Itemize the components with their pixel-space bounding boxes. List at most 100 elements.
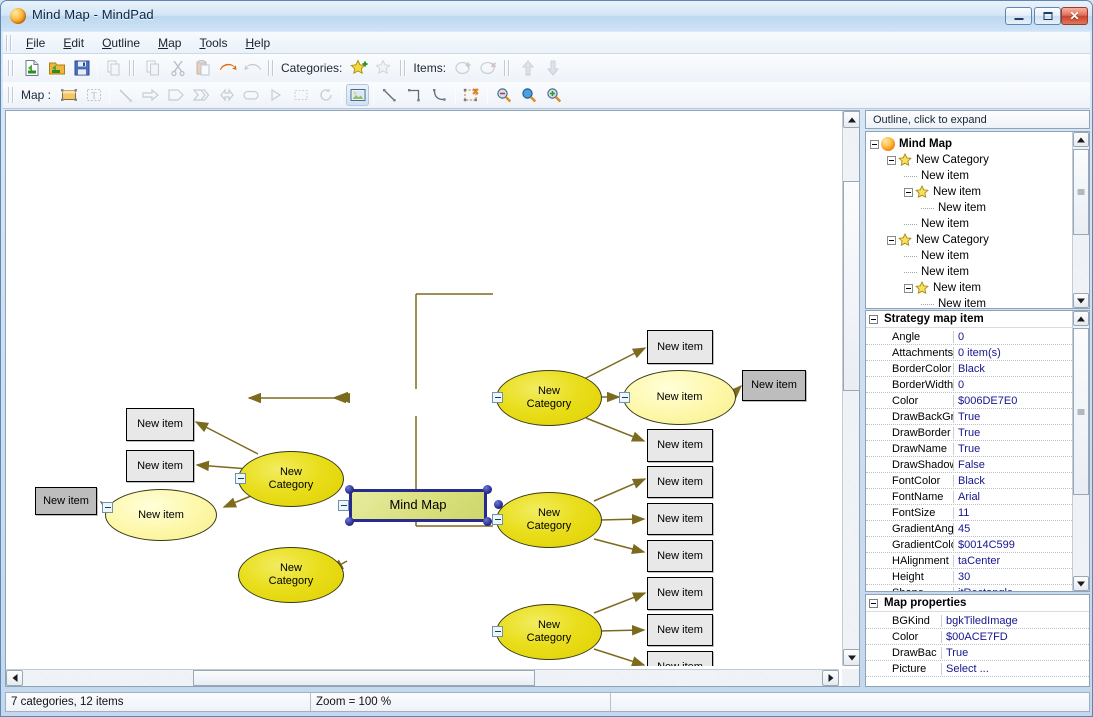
map-properties-grid[interactable]: BGKindbgkTiledImageColor$00ACE7FDDrawBac… bbox=[866, 613, 1089, 677]
property-value[interactable]: Black bbox=[954, 475, 1072, 487]
shape-pennant-icon[interactable] bbox=[164, 84, 187, 106]
property-value[interactable]: False bbox=[954, 459, 1072, 471]
tree-expander-icon[interactable] bbox=[904, 284, 913, 293]
outline-tree-node[interactable]: New item bbox=[870, 200, 1073, 216]
map-properties-header[interactable]: Map properties bbox=[866, 595, 1089, 612]
shape-triangle-icon[interactable] bbox=[264, 84, 287, 106]
properties-grid[interactable]: Angle0Attachments0 item(s)BorderColorBla… bbox=[866, 329, 1072, 592]
shape-rounded-rect-icon[interactable] bbox=[239, 84, 262, 106]
property-value[interactable]: True bbox=[942, 647, 1089, 659]
property-row[interactable]: Angle0 bbox=[866, 329, 1072, 345]
close-button[interactable]: ✕ bbox=[1061, 7, 1088, 25]
property-value[interactable]: True bbox=[954, 443, 1072, 455]
property-row[interactable]: FontSize11 bbox=[866, 505, 1072, 521]
property-row[interactable]: DrawShadowFalse bbox=[866, 457, 1072, 473]
property-row[interactable]: FontNameArial bbox=[866, 489, 1072, 505]
tree-expander-icon[interactable] bbox=[870, 140, 879, 149]
selection-handle[interactable] bbox=[483, 485, 492, 494]
delete-link-icon[interactable] bbox=[460, 84, 483, 106]
collapse-toggle[interactable] bbox=[492, 514, 503, 525]
property-row[interactable]: Color$00ACE7FD bbox=[866, 629, 1089, 645]
link-elbow-icon[interactable] bbox=[403, 84, 426, 106]
undo-icon[interactable] bbox=[216, 57, 239, 79]
toolbar-grip-4[interactable] bbox=[400, 60, 407, 76]
property-row[interactable]: ShapeitRectangle bbox=[866, 585, 1072, 592]
map-canvas-container[interactable]: New item New item New item New item NewC… bbox=[5, 110, 860, 687]
map-canvas[interactable]: New item New item New item New item NewC… bbox=[6, 111, 839, 666]
outline-scroll-thumb[interactable] bbox=[1073, 149, 1089, 235]
zoom-in-icon[interactable] bbox=[542, 84, 565, 106]
outline-scroll-down-button[interactable] bbox=[1073, 293, 1089, 308]
property-row[interactable]: Color$006DE7E0 bbox=[866, 393, 1072, 409]
outline-tree-node[interactable]: New item bbox=[870, 296, 1073, 309]
menu-help[interactable]: Help bbox=[236, 33, 279, 53]
shape-arrow-right-icon[interactable] bbox=[139, 84, 162, 106]
item-properties-panel[interactable]: Strategy map item Angle0Attachments0 ite… bbox=[865, 310, 1090, 592]
toolbar-grip-5[interactable] bbox=[504, 60, 511, 76]
collapse-toggle[interactable] bbox=[492, 626, 503, 637]
shape-dashed-rect-icon[interactable] bbox=[289, 84, 312, 106]
scroll-left-button[interactable] bbox=[6, 670, 23, 686]
outline-tree-node[interactable]: New Category bbox=[870, 232, 1073, 248]
property-row[interactable]: HAlignmenttaCenter bbox=[866, 553, 1072, 569]
properties-scroll-up-button[interactable] bbox=[1073, 311, 1089, 326]
selection-handle[interactable] bbox=[483, 517, 492, 526]
shape-diamond-arrow-icon[interactable] bbox=[189, 84, 212, 106]
collapse-toggle[interactable] bbox=[619, 392, 630, 403]
collapse-toggle[interactable] bbox=[235, 473, 246, 484]
shape-double-arrow-icon[interactable] bbox=[214, 84, 237, 106]
property-value[interactable]: 0 bbox=[954, 331, 1072, 343]
delete-category-icon[interactable] bbox=[373, 57, 396, 79]
paste-icon[interactable] bbox=[191, 57, 214, 79]
minimize-button[interactable] bbox=[1005, 7, 1032, 25]
toolbar-grip-2[interactable] bbox=[129, 60, 136, 76]
tree-expander-icon[interactable] bbox=[904, 188, 913, 197]
move-down-icon[interactable] bbox=[541, 57, 564, 79]
collapse-toggle[interactable] bbox=[492, 392, 503, 403]
property-value[interactable]: 11 bbox=[954, 507, 1072, 519]
canvas-vertical-scrollbar[interactable] bbox=[842, 111, 859, 666]
cut-icon[interactable] bbox=[166, 57, 189, 79]
outline-tree-panel[interactable]: Mind MapNew CategoryNew itemNew itemNew … bbox=[865, 131, 1090, 309]
outline-panel-caption[interactable]: Outline, click to expand bbox=[865, 110, 1090, 129]
property-row[interactable]: GradientAngle45 bbox=[866, 521, 1072, 537]
property-value[interactable]: Select ... bbox=[942, 663, 1089, 675]
outline-scroll-up-button[interactable] bbox=[1073, 132, 1089, 147]
outline-tree-node[interactable]: New item bbox=[870, 264, 1073, 280]
outline-tree-node[interactable]: New item bbox=[870, 168, 1073, 184]
property-row[interactable]: BorderColorBlack bbox=[866, 361, 1072, 377]
toolbar-grip-3[interactable] bbox=[268, 60, 275, 76]
properties-scrollbar[interactable] bbox=[1072, 311, 1089, 591]
add-item-icon[interactable] bbox=[452, 57, 475, 79]
zoom-out-icon[interactable] bbox=[492, 84, 515, 106]
property-value[interactable]: Black bbox=[954, 363, 1072, 375]
property-value[interactable]: 0 item(s) bbox=[954, 347, 1072, 359]
menu-map[interactable]: Map bbox=[149, 33, 190, 53]
map-toolbar-grip[interactable] bbox=[8, 87, 15, 103]
menu-grip-handle[interactable] bbox=[6, 35, 13, 51]
outline-tree[interactable]: Mind MapNew CategoryNew itemNew itemNew … bbox=[866, 132, 1073, 309]
property-value[interactable]: Arial bbox=[954, 491, 1072, 503]
scroll-right-button[interactable] bbox=[822, 670, 839, 686]
save-map-icon[interactable] bbox=[70, 57, 93, 79]
move-up-icon[interactable] bbox=[516, 57, 539, 79]
copy-icon[interactable] bbox=[141, 57, 164, 79]
shape-rotate-icon[interactable] bbox=[314, 84, 337, 106]
property-row[interactable]: FontColorBlack bbox=[866, 473, 1072, 489]
outline-tree-node[interactable]: New item bbox=[870, 184, 1073, 200]
outline-tree-node[interactable]: New item bbox=[870, 216, 1073, 232]
collapse-toggle[interactable] bbox=[338, 500, 349, 511]
property-value[interactable]: 0 bbox=[954, 379, 1072, 391]
properties-header[interactable]: Strategy map item bbox=[866, 311, 1089, 328]
property-value[interactable]: $006DE7E0 bbox=[954, 395, 1072, 407]
menu-edit[interactable]: Edit bbox=[54, 33, 93, 53]
menu-outline[interactable]: Outline bbox=[93, 33, 149, 53]
property-value[interactable]: taCenter bbox=[954, 555, 1072, 567]
duplicate-icon[interactable] bbox=[102, 57, 125, 79]
maximize-button[interactable] bbox=[1034, 7, 1061, 25]
collapse-toggle[interactable] bbox=[102, 502, 113, 513]
new-map-icon[interactable] bbox=[20, 57, 43, 79]
link-curve-icon[interactable] bbox=[428, 84, 451, 106]
tree-expander-icon[interactable] bbox=[887, 236, 896, 245]
outline-tree-node[interactable]: New item bbox=[870, 248, 1073, 264]
